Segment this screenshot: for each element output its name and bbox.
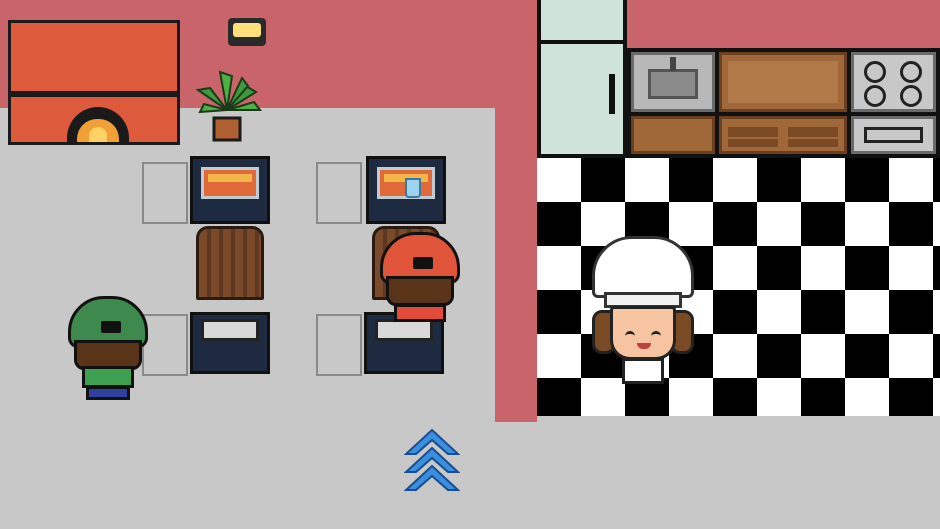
customer-green-cap[interactable]	[68, 296, 148, 404]
oven-ledge	[8, 91, 180, 97]
customer-shirt	[82, 366, 134, 388]
chef-hat-icon	[592, 236, 694, 298]
oven-door[interactable]	[851, 116, 936, 154]
cabinet[interactable]	[631, 116, 715, 154]
stove[interactable]	[851, 52, 936, 112]
table-2-empty-seat-bottom[interactable]	[316, 314, 362, 376]
fridge-door-split	[541, 40, 623, 44]
prep-counter[interactable]	[719, 52, 847, 112]
table-2-empty-seat-top[interactable]	[316, 162, 362, 224]
potted-plant-icon	[195, 70, 262, 142]
chef-eye	[651, 331, 661, 338]
fridge-handle	[609, 74, 615, 114]
wall-lamp-icon	[228, 18, 266, 46]
kitchen-counter	[627, 48, 940, 158]
chef-coat	[622, 358, 664, 384]
chef-eye	[625, 331, 635, 338]
double-chevron-up-icon[interactable]	[404, 428, 460, 492]
burner-icon	[864, 85, 886, 107]
burner-icon	[864, 61, 886, 83]
divider-wall	[495, 0, 537, 422]
customer-pants	[86, 386, 130, 400]
sink[interactable]	[631, 52, 715, 112]
customer-red-cap[interactable]	[380, 232, 460, 340]
table-1-empty-seat-top[interactable]	[142, 162, 188, 224]
water-glass-icon[interactable]	[405, 178, 421, 198]
faucet-icon	[670, 57, 676, 71]
table-1-empty-seat-bottom[interactable]	[142, 314, 188, 376]
pizza-oven[interactable]	[8, 20, 180, 145]
chef[interactable]	[588, 236, 698, 386]
chef-mouth	[637, 343, 651, 349]
chef-face	[610, 306, 676, 360]
burner-icon	[900, 61, 922, 83]
game-scene	[0, 0, 940, 529]
table-1-bench[interactable]	[190, 312, 270, 374]
table-1-counter[interactable]	[190, 156, 270, 224]
customer-shirt	[394, 304, 446, 322]
burner-icon	[900, 85, 922, 107]
drawers[interactable]	[719, 116, 847, 154]
customer-hair	[386, 276, 454, 306]
oven-flame-core	[89, 127, 107, 142]
table-1-chair	[196, 226, 264, 300]
fridge[interactable]	[537, 0, 627, 158]
